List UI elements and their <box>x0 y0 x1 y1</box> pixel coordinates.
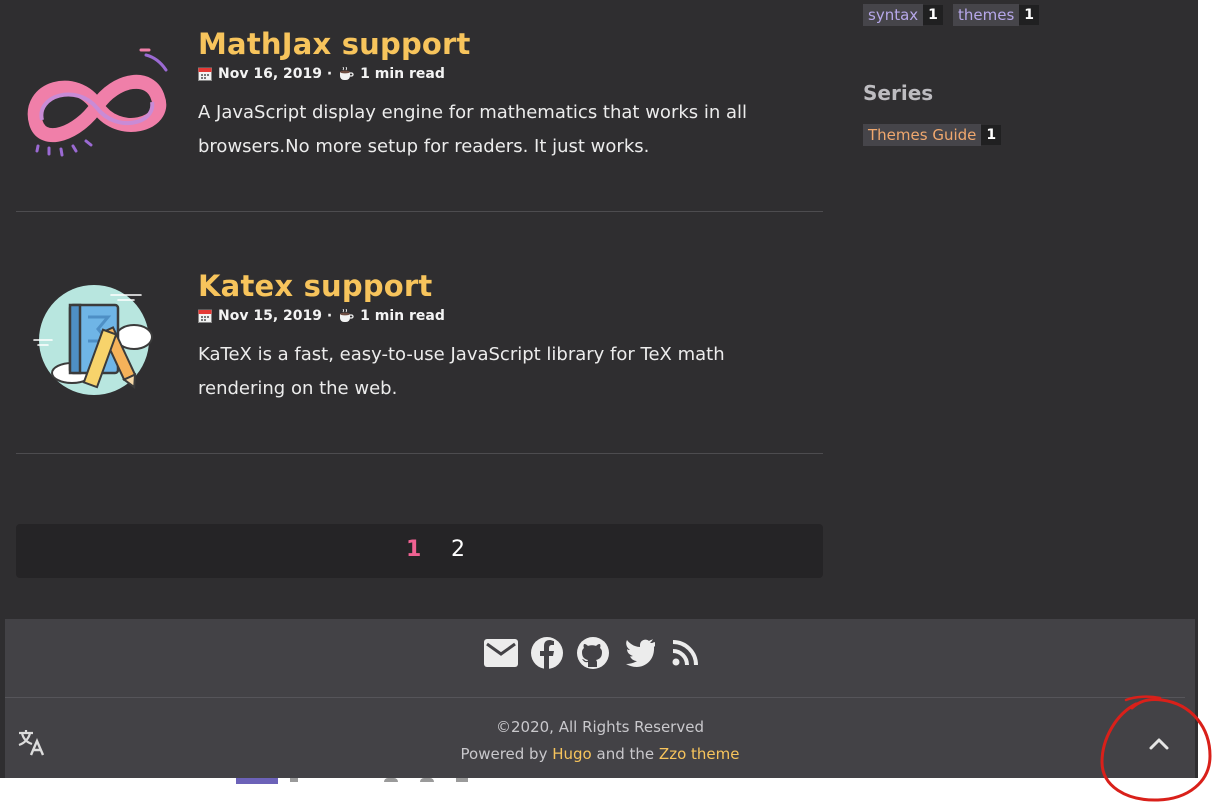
cutoff-element <box>290 778 298 782</box>
math-books-icon[interactable] <box>16 270 178 432</box>
page: MathJax support Nov 16, 2019 · 1 min rea… <box>0 0 1198 778</box>
twitter-icon[interactable] <box>621 635 657 671</box>
post-summary: A JavaScript display engine for mathemat… <box>198 102 748 157</box>
social-links <box>483 635 703 671</box>
rss-icon[interactable] <box>667 635 703 671</box>
tag-count: 1 <box>923 5 943 25</box>
page-1-link[interactable]: 1 <box>406 537 421 562</box>
tag-count: 1 <box>1019 5 1040 25</box>
tag-name: syntax <box>863 4 924 26</box>
post-divider <box>16 211 823 212</box>
github-icon[interactable] <box>575 635 611 671</box>
coffee-icon <box>340 67 354 80</box>
powered-prefix: Powered by <box>460 745 548 763</box>
copyright: ©2020, All Rights Reserved <box>496 718 704 736</box>
tag-themes[interactable]: themes 1 <box>953 3 1040 27</box>
post-title[interactable]: MathJax support <box>198 26 798 62</box>
powered-middle: and the <box>596 745 655 763</box>
pagination: 1 2 <box>16 524 823 578</box>
post-meta: Nov 15, 2019 · 1 min read <box>198 308 798 324</box>
post-date: Nov 16, 2019 · <box>218 66 333 82</box>
zzo-theme-link[interactable]: Zzo theme <box>659 745 740 763</box>
read-time: 1 min read <box>360 66 445 82</box>
cutoff-element <box>420 778 434 782</box>
post-date: Nov 15, 2019 · <box>218 308 333 324</box>
post-title[interactable]: Katex support <box>198 268 798 304</box>
read-time: 1 min read <box>360 308 445 324</box>
page-2-link[interactable]: 2 <box>451 537 465 562</box>
infinity-icon[interactable] <box>16 28 178 190</box>
coffee-icon <box>340 309 354 322</box>
powered-by: Powered by Hugo and the Zzo theme <box>5 745 1195 763</box>
footer-divider <box>5 697 1185 698</box>
post-summary: KaTeX is a fast, easy-to-use JavaScript … <box>198 344 725 399</box>
series-name: Themes Guide <box>863 124 982 146</box>
cutoff-element <box>456 778 468 782</box>
chevron-up-icon[interactable] <box>1145 730 1173 758</box>
cutoff-element <box>236 778 278 784</box>
tag-name: themes <box>953 4 1020 26</box>
calendar-icon <box>198 67 212 81</box>
footer: ©2020, All Rights Reserved Powered by Hu… <box>5 619 1195 778</box>
cutoff-element <box>384 778 398 782</box>
post-divider <box>16 453 823 454</box>
email-icon[interactable] <box>483 635 519 671</box>
post-body: MathJax support Nov 16, 2019 · 1 min rea… <box>198 26 798 164</box>
post-meta: Nov 16, 2019 · 1 min read <box>198 66 798 82</box>
series-themes-guide[interactable]: Themes Guide 1 <box>863 123 1002 147</box>
series-heading: Series <box>863 81 934 105</box>
tag-syntax[interactable]: syntax 1 <box>863 3 943 27</box>
series-count: 1 <box>981 125 1002 145</box>
calendar-icon <box>198 309 212 323</box>
post-body: Katex support Nov 15, 2019 · 1 min read … <box>198 268 798 406</box>
facebook-icon[interactable] <box>529 635 565 671</box>
hugo-link[interactable]: Hugo <box>552 745 592 763</box>
